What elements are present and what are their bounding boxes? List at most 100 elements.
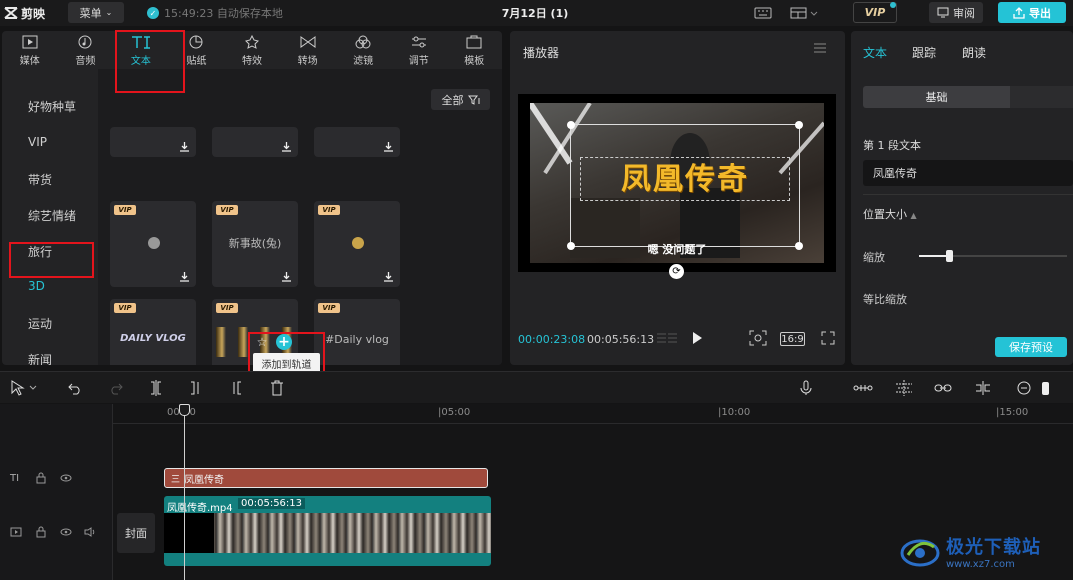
category-item[interactable]: 综艺情绪 [28, 207, 76, 224]
download-icon[interactable] [280, 270, 293, 283]
aspect-ratio-button[interactable]: 16:9 [780, 332, 805, 346]
crop-icon[interactable] [749, 330, 767, 349]
segment-basic[interactable]: 基础 [863, 86, 1010, 108]
category-item[interactable]: VIP [28, 135, 47, 149]
tab-label: 媒体 [19, 55, 40, 67]
chain-icon[interactable] [934, 380, 952, 396]
review-icon [937, 7, 949, 18]
rotate-icon[interactable]: ⟳ [669, 264, 684, 279]
delete-icon[interactable] [270, 380, 284, 396]
tab-filter[interactable]: 滤镜 [335, 31, 391, 69]
category-item[interactable]: 3D [28, 279, 45, 293]
star-icon[interactable]: ☆ [255, 335, 269, 349]
filter-all-button[interactable]: 全部 [431, 89, 490, 110]
category-item[interactable]: 运动 [28, 315, 52, 332]
eye-icon[interactable] [60, 471, 72, 485]
text-template-card[interactable]: VIP #Daily vlog [314, 299, 400, 365]
watermark-url: www.xz7.com [946, 558, 1015, 570]
text-template-card[interactable] [314, 127, 400, 157]
watermark-text: 极光下载站 [946, 536, 1041, 558]
tab-media[interactable]: 媒体 [2, 31, 58, 69]
add-to-track-icon[interactable]: + [276, 334, 292, 350]
fullscreen-icon[interactable] [821, 331, 835, 348]
cover-button[interactable]: 封面 [117, 513, 155, 553]
caret-up-icon: ▲ [910, 211, 917, 220]
category-item[interactable]: 好物种草 [28, 98, 76, 115]
text-template-card[interactable]: VIP [314, 201, 400, 287]
eye-icon[interactable] [60, 525, 72, 539]
tab-effects[interactable]: 特效 [224, 31, 280, 69]
zoom-slider-knob[interactable] [1042, 380, 1049, 396]
text-content-field[interactable]: 凤凰传奇 [863, 160, 1073, 186]
download-icon[interactable] [382, 270, 395, 283]
undo-icon[interactable] [68, 380, 82, 396]
tab-transition[interactable]: 转场 [280, 31, 336, 69]
menu-button[interactable]: 菜单 ⌄ [68, 2, 124, 23]
save-preset-button[interactable]: 保存预设 [995, 337, 1067, 357]
lock-icon[interactable] [36, 525, 46, 539]
tab-audio[interactable]: 音频 [58, 31, 114, 69]
video-preview[interactable]: 凤凰传奇 嗯 没问题了 [518, 94, 836, 272]
save-status-text: 15:49:23 自动保存本地 [164, 7, 283, 20]
tab-read-aloud[interactable]: 朗读 [962, 44, 986, 61]
text-template-card[interactable] [110, 127, 196, 157]
trim-right-icon[interactable] [230, 380, 242, 396]
category-item[interactable]: 新闻 [28, 351, 52, 365]
adjust-icon [411, 34, 427, 50]
grid-icon[interactable] [656, 332, 678, 349]
resize-handle[interactable] [795, 121, 803, 129]
inspector-panel: 文本 跟踪 朗读 基础 第 1 段文本 凤凰传奇 位置大小 ▲ 缩放 等比缩放 … [851, 31, 1073, 365]
first-thumbnail [164, 513, 214, 553]
text-template-card[interactable] [212, 127, 298, 157]
scale-slider-knob[interactable] [946, 250, 953, 262]
select-tool-icon[interactable] [10, 380, 38, 396]
segment-other[interactable] [1010, 86, 1073, 108]
lock-icon[interactable] [36, 471, 46, 485]
play-icon[interactable] [690, 331, 704, 348]
logo-text: 剪映 [21, 6, 46, 21]
download-icon[interactable] [382, 140, 395, 153]
add-to-track-tooltip: 添加到轨道 [253, 353, 320, 373]
overlay-title-text[interactable]: 凤凰传奇 [580, 157, 790, 201]
link-snap-icon[interactable] [853, 380, 873, 396]
microphone-icon[interactable] [800, 380, 812, 396]
menu-icon[interactable] [813, 42, 827, 57]
zoom-out-icon[interactable] [1017, 380, 1031, 396]
playhead[interactable] [184, 404, 185, 580]
tab-tracking[interactable]: 跟踪 [912, 44, 936, 61]
review-button[interactable]: 审阅 [929, 2, 983, 23]
tab-template[interactable]: 模板 [447, 31, 503, 69]
position-size-label: 位置大小 [863, 208, 907, 221]
text-clip[interactable]: 三 凤凰传奇 [164, 468, 488, 488]
playhead-handle[interactable] [179, 404, 190, 416]
preview-axis-icon[interactable] [974, 380, 992, 396]
download-icon[interactable] [178, 140, 191, 153]
resize-handle[interactable] [567, 121, 575, 129]
text-template-card[interactable]: VIP 新事故(兔) [212, 201, 298, 287]
layout-icon[interactable] [787, 4, 821, 22]
download-icon[interactable] [178, 270, 191, 283]
tab-adjust[interactable]: 调节 [391, 31, 447, 69]
timeline-ruler[interactable]: 00:00 |05:00 |10:00 |15:00 [113, 404, 1073, 424]
redo-icon[interactable] [109, 380, 123, 396]
split-icon[interactable] [150, 380, 162, 396]
text-template-card[interactable]: VIP [110, 201, 196, 287]
export-button[interactable]: 导出 [998, 2, 1066, 23]
keyboard-icon[interactable] [752, 4, 774, 22]
video-clip-name: 凤凰传奇.mp4 [167, 503, 233, 514]
category-item[interactable]: 带货 [28, 171, 52, 188]
filter-icon [355, 34, 371, 50]
trim-left-icon[interactable] [190, 380, 202, 396]
tab-label: 模板 [464, 55, 485, 67]
text-template-card[interactable]: VIP DAILY VLOG [110, 299, 196, 365]
magnet-icon[interactable] [894, 380, 914, 396]
download-icon[interactable] [280, 140, 293, 153]
project-title: 7月12日 (1) [501, 7, 569, 20]
position-size-header[interactable]: 位置大小 ▲ [863, 206, 917, 222]
volume-icon[interactable] [84, 525, 96, 539]
audio-icon [78, 34, 92, 50]
scale-label: 缩放 [863, 251, 885, 264]
video-clip[interactable]: 凤凰传奇.mp4 00:05:56:13 [164, 496, 491, 566]
total-time: 00:05:56:13 [587, 333, 655, 346]
tab-text[interactable]: 文本 [863, 44, 887, 61]
